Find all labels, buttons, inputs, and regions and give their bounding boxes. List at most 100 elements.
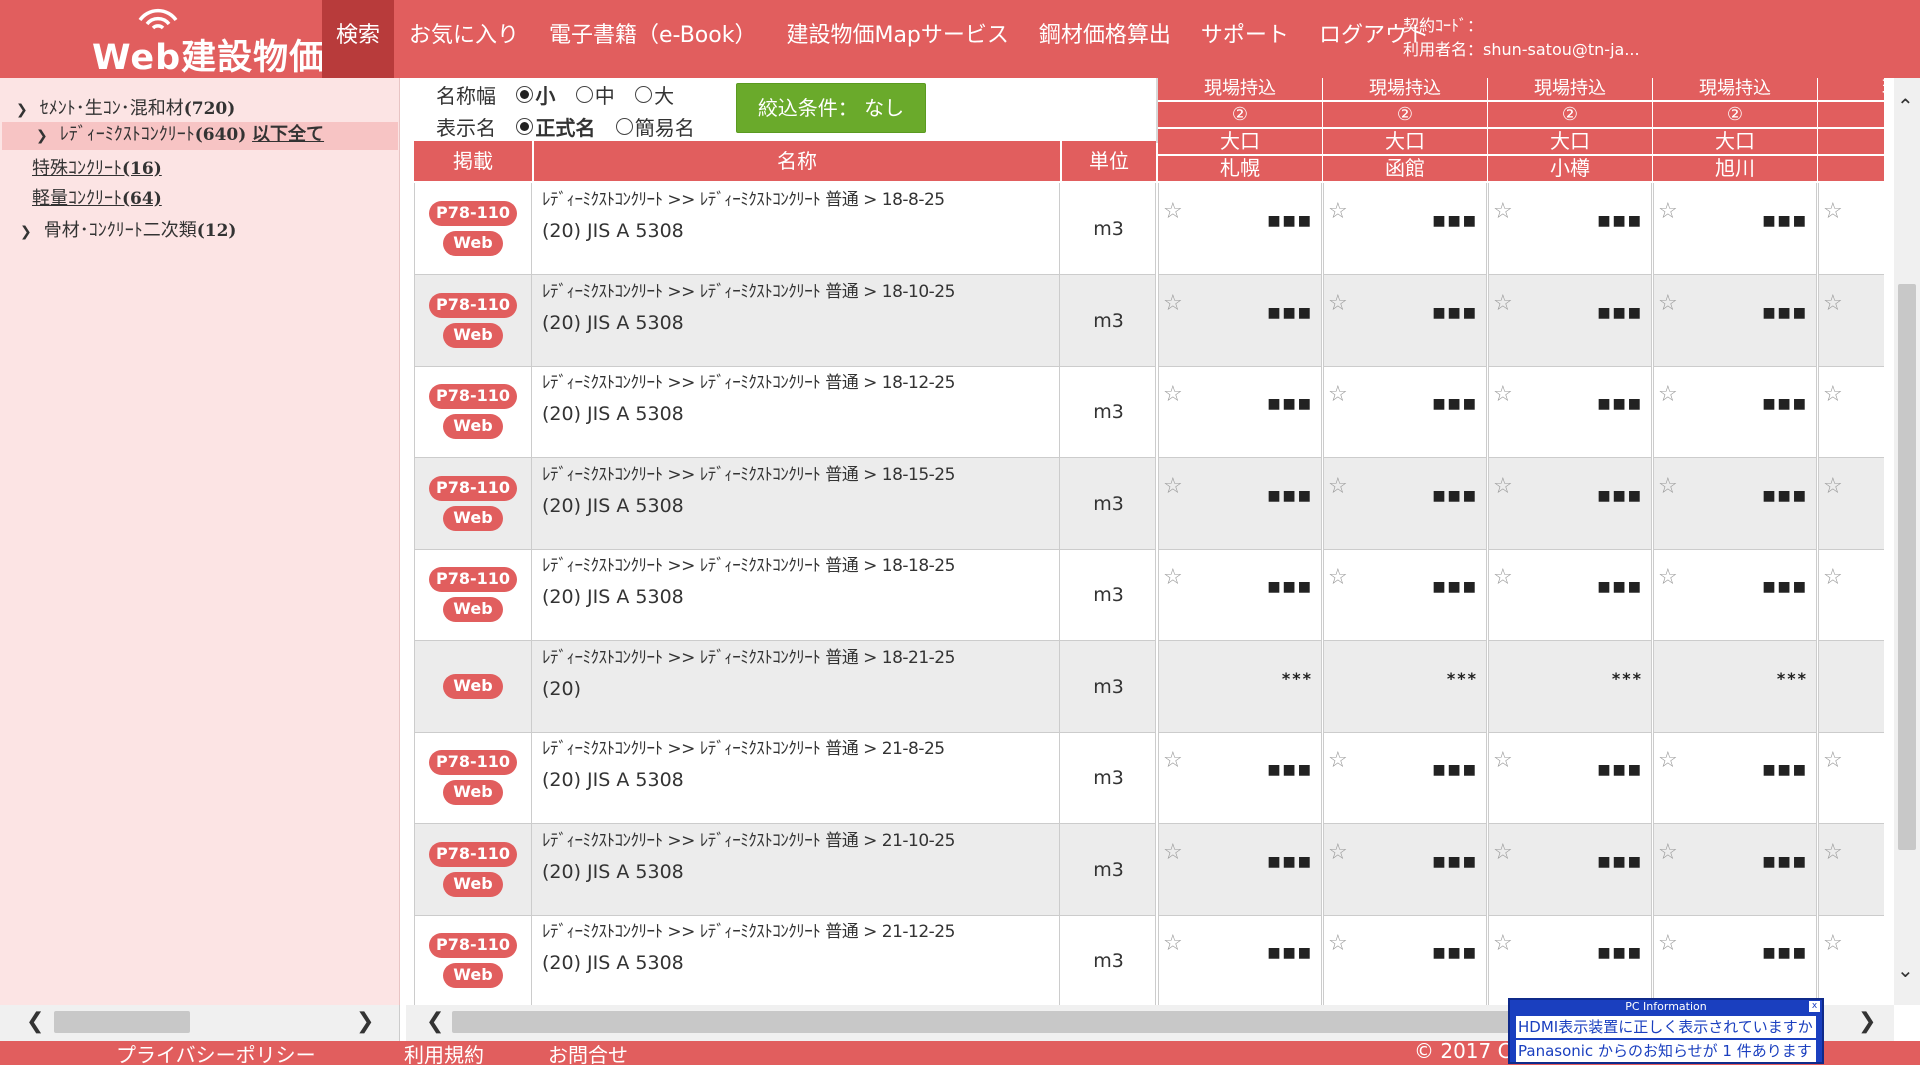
star-icon[interactable]: ☆ bbox=[1823, 199, 1843, 224]
star-icon[interactable]: ☆ bbox=[1823, 748, 1843, 773]
star-icon[interactable]: ☆ bbox=[1658, 565, 1678, 590]
nav-steel-price[interactable]: 鋼材価格算出 bbox=[1024, 0, 1186, 78]
star-icon[interactable]: ☆ bbox=[1823, 474, 1843, 499]
star-icon[interactable]: ☆ bbox=[1658, 291, 1678, 316]
table-row[interactable]: Web ﾚﾃﾞｨｰﾐｸｽﾄｺﾝｸﾘｰﾄ >> ﾚﾃﾞｨｰﾐｸｽﾄｺﾝｸﾘｰﾄ 普通… bbox=[414, 640, 1156, 733]
star-icon[interactable]: ☆ bbox=[1163, 840, 1183, 865]
radio-name-width-small[interactable]: 小 bbox=[516, 80, 555, 109]
star-icon[interactable]: ☆ bbox=[1823, 291, 1843, 316]
web-badge[interactable]: Web bbox=[443, 505, 503, 531]
star-icon[interactable]: ☆ bbox=[1658, 748, 1678, 773]
scroll-left-icon[interactable]: ❮ bbox=[26, 1009, 44, 1034]
filter-conditions-button[interactable]: 絞込条件： なし bbox=[736, 83, 926, 133]
star-icon[interactable]: ☆ bbox=[1163, 199, 1183, 224]
page-badge[interactable]: P78-110 bbox=[429, 475, 517, 501]
web-badge[interactable]: Web bbox=[443, 231, 503, 256]
table-row[interactable]: P78-110 Web ﾚﾃﾞｨｰﾐｸｽﾄｺﾝｸﾘｰﾄ >> ﾚﾃﾞｨｰﾐｸｽﾄｺﾝ… bbox=[414, 732, 1156, 824]
star-icon[interactable]: ☆ bbox=[1493, 748, 1513, 773]
vertical-scrollbar[interactable]: ⌃ ⌄ bbox=[1894, 78, 1920, 1005]
privacy-policy-link[interactable]: プライバシーポリシー bbox=[116, 1039, 316, 1065]
scroll-right-icon[interactable]: ❯ bbox=[1858, 1009, 1876, 1034]
web-badge[interactable]: Web bbox=[443, 673, 503, 699]
star-icon[interactable]: ☆ bbox=[1493, 382, 1513, 407]
star-icon[interactable]: ☆ bbox=[1163, 565, 1183, 590]
sidebar-horizontal-scrollbar[interactable]: ❮ ❯ bbox=[0, 1005, 400, 1041]
select-all-link[interactable]: 以下全て bbox=[252, 124, 324, 145]
tree-label[interactable]: 軽量ｺﾝｸﾘｰﾄ bbox=[32, 188, 122, 209]
scroll-thumb[interactable] bbox=[54, 1011, 190, 1033]
contact-link[interactable]: お問合せ bbox=[548, 1039, 628, 1065]
scroll-down-icon[interactable]: ⌄ bbox=[1897, 958, 1914, 982]
star-icon[interactable]: ☆ bbox=[1163, 931, 1183, 956]
scroll-thumb[interactable] bbox=[1898, 284, 1916, 850]
nav-favorites[interactable]: お気に入り bbox=[394, 0, 534, 78]
page-badge[interactable]: P78-110 bbox=[429, 384, 517, 409]
star-icon[interactable]: ☆ bbox=[1823, 840, 1843, 865]
page-badge[interactable]: P78-110 bbox=[429, 750, 517, 775]
nav-support[interactable]: サポート bbox=[1186, 0, 1304, 78]
table-row[interactable]: P78-110 Web ﾚﾃﾞｨｰﾐｸｽﾄｺﾝｸﾘｰﾄ >> ﾚﾃﾞｨｰﾐｸｽﾄｺﾝ… bbox=[414, 549, 1156, 641]
web-badge[interactable]: Web bbox=[443, 414, 503, 439]
scroll-left-icon[interactable]: ❮ bbox=[426, 1009, 444, 1034]
tree-item-lightweight-concrete[interactable]: 軽量ｺﾝｸﾘｰﾄ(64) bbox=[32, 184, 162, 210]
nav-map-service[interactable]: 建設物価Mapサービス bbox=[771, 0, 1023, 78]
popup-message-panasonic[interactable]: Panasonic からのお知らせが 1 件あります bbox=[1516, 1040, 1816, 1062]
radio-name-width-large[interactable]: 大 bbox=[635, 80, 674, 109]
table-row[interactable]: P78-110 Web ﾚﾃﾞｨｰﾐｸｽﾄｺﾝｸﾘｰﾄ >> ﾚﾃﾞｨｰﾐｸｽﾄｺﾝ… bbox=[414, 915, 1156, 1005]
nav-search[interactable]: 検索 bbox=[322, 0, 394, 78]
star-icon[interactable]: ☆ bbox=[1493, 199, 1513, 224]
star-icon[interactable]: ☆ bbox=[1658, 840, 1678, 865]
chevron-down-icon[interactable]: ❯ bbox=[16, 102, 34, 118]
tree-label[interactable]: 特殊ｺﾝｸﾘｰﾄ bbox=[32, 158, 122, 179]
web-badge[interactable]: Web bbox=[443, 871, 503, 897]
scroll-right-icon[interactable]: ❯ bbox=[356, 1009, 374, 1034]
star-icon[interactable]: ☆ bbox=[1328, 291, 1348, 316]
tree-item-aggregates[interactable]: ❯ 骨材･ｺﾝｸﾘｰﾄ二次類(12) bbox=[20, 216, 236, 242]
page-badge[interactable]: P78-110 bbox=[429, 201, 517, 226]
tree-item-ready-mixed[interactable]: ❯ ﾚﾃﾞｨｰﾐｸｽﾄｺﾝｸﾘｰﾄ(640) 以下全て bbox=[2, 122, 398, 150]
star-icon[interactable]: ☆ bbox=[1328, 748, 1348, 773]
page-badge[interactable]: P78-110 bbox=[429, 933, 517, 958]
popup-message-hdmi[interactable]: HDMI表示装置に正しく表示されていますか bbox=[1516, 1016, 1816, 1038]
tree-item-cement[interactable]: ❯ ｾﾒﾝﾄ･生ｺﾝ･混和材(720) bbox=[16, 94, 235, 120]
star-icon[interactable]: ☆ bbox=[1658, 382, 1678, 407]
radio-display-formal[interactable]: 正式名 bbox=[516, 112, 595, 141]
star-icon[interactable]: ☆ bbox=[1163, 291, 1183, 316]
web-badge[interactable]: Web bbox=[443, 322, 503, 348]
star-icon[interactable]: ☆ bbox=[1163, 748, 1183, 773]
radio-display-simple[interactable]: 簡易名 bbox=[615, 112, 695, 141]
table-row[interactable]: P78-110 Web ﾚﾃﾞｨｰﾐｸｽﾄｺﾝｸﾘｰﾄ >> ﾚﾃﾞｨｰﾐｸｽﾄｺﾝ… bbox=[414, 457, 1156, 550]
star-icon[interactable]: ☆ bbox=[1493, 931, 1513, 956]
star-icon[interactable]: ☆ bbox=[1823, 565, 1843, 590]
star-icon[interactable]: ☆ bbox=[1658, 474, 1678, 499]
star-icon[interactable]: ☆ bbox=[1328, 382, 1348, 407]
radio-name-width-medium[interactable]: 中 bbox=[575, 80, 615, 109]
star-icon[interactable]: ☆ bbox=[1328, 199, 1348, 224]
nav-ebook[interactable]: 電子書籍（e-Book） bbox=[534, 0, 771, 78]
table-row[interactable]: P78-110 Web ﾚﾃﾞｨｰﾐｸｽﾄｺﾝｸﾘｰﾄ >> ﾚﾃﾞｨｰﾐｸｽﾄｺﾝ… bbox=[414, 274, 1156, 367]
star-icon[interactable]: ☆ bbox=[1658, 199, 1678, 224]
star-icon[interactable]: ☆ bbox=[1823, 382, 1843, 407]
table-row[interactable]: P78-110 Web ﾚﾃﾞｨｰﾐｸｽﾄｺﾝｸﾘｰﾄ >> ﾚﾃﾞｨｰﾐｸｽﾄｺﾝ… bbox=[414, 183, 1156, 275]
star-icon[interactable]: ☆ bbox=[1163, 382, 1183, 407]
star-icon[interactable]: ☆ bbox=[1493, 565, 1513, 590]
page-badge[interactable]: P78-110 bbox=[429, 292, 517, 318]
star-icon[interactable]: ☆ bbox=[1163, 474, 1183, 499]
star-icon[interactable]: ☆ bbox=[1493, 474, 1513, 499]
star-icon[interactable]: ☆ bbox=[1328, 565, 1348, 590]
app-logo[interactable]: Web建設物価 bbox=[92, 6, 324, 78]
star-icon[interactable]: ☆ bbox=[1328, 474, 1348, 499]
web-badge[interactable]: Web bbox=[443, 963, 503, 988]
page-badge[interactable]: P78-110 bbox=[429, 567, 517, 592]
star-icon[interactable]: ☆ bbox=[1328, 840, 1348, 865]
chevron-right-icon[interactable]: ❯ bbox=[20, 224, 38, 240]
tree-item-special-concrete[interactable]: 特殊ｺﾝｸﾘｰﾄ(16) bbox=[32, 154, 162, 180]
star-icon[interactable]: ☆ bbox=[1823, 931, 1843, 956]
web-badge[interactable]: Web bbox=[443, 597, 503, 622]
table-row[interactable]: P78-110 Web ﾚﾃﾞｨｰﾐｸｽﾄｺﾝｸﾘｰﾄ >> ﾚﾃﾞｨｰﾐｸｽﾄｺﾝ… bbox=[414, 366, 1156, 458]
star-icon[interactable]: ☆ bbox=[1328, 931, 1348, 956]
star-icon[interactable]: ☆ bbox=[1493, 291, 1513, 316]
terms-link[interactable]: 利用規約 bbox=[404, 1039, 484, 1065]
page-badge[interactable]: P78-110 bbox=[429, 841, 517, 867]
pc-information-popup[interactable]: PC Information x HDMI表示装置に正しく表示されていますか P… bbox=[1508, 998, 1824, 1064]
